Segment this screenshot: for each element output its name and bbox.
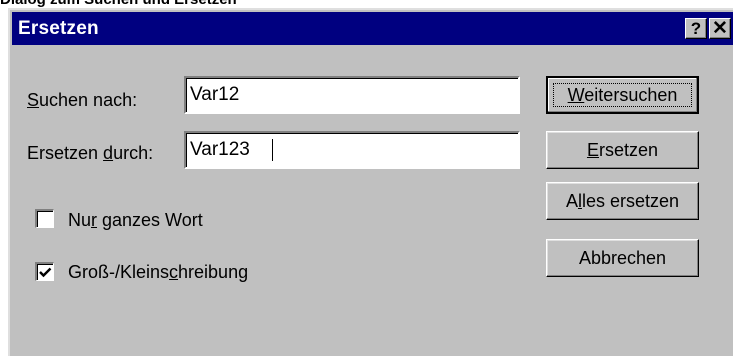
replace-all-label: Alles ersetzen: [565, 190, 680, 211]
replace-button-label: Ersetzen: [586, 139, 659, 160]
search-label: Suchen nach:: [27, 90, 138, 110]
replace-field[interactable]: [184, 131, 520, 169]
replace-all-button[interactable]: Alles ersetzen: [546, 182, 699, 220]
cancel-label: Abbrechen: [578, 247, 667, 268]
cancel-button[interactable]: Abbrechen: [546, 239, 699, 277]
replace-label: Ersetzen durch:: [27, 143, 154, 163]
search-label-accel: S: [27, 90, 40, 110]
window-title: Ersetzen: [18, 18, 99, 39]
checkmark-icon: [39, 267, 52, 278]
replace-dialog: Ersetzen ? ✕ Suchen nach: Ersetzen durch…: [8, 8, 733, 356]
replace-label-accel: d: [103, 143, 114, 163]
match-case-label[interactable]: Groß-/Kleinschreibung: [68, 262, 248, 283]
find-next-button[interactable]: Weitersuchen: [546, 76, 699, 114]
close-icon: ✕: [712, 18, 728, 39]
match-case-checkbox[interactable]: [35, 262, 54, 281]
close-button[interactable]: ✕: [709, 18, 731, 39]
text-caret: [272, 139, 273, 161]
focus-rectangle: [553, 83, 692, 107]
whole-word-label[interactable]: Nur ganzes Wort: [68, 210, 203, 231]
search-input[interactable]: [190, 81, 512, 109]
help-icon: ?: [690, 18, 702, 38]
help-button[interactable]: ?: [685, 18, 707, 39]
replace-button[interactable]: Ersetzen: [546, 131, 699, 169]
search-field[interactable]: [184, 76, 520, 114]
whole-word-checkbox[interactable]: [35, 209, 54, 228]
title-bar[interactable]: Ersetzen ? ✕: [12, 12, 733, 45]
replace-input[interactable]: [190, 136, 512, 164]
